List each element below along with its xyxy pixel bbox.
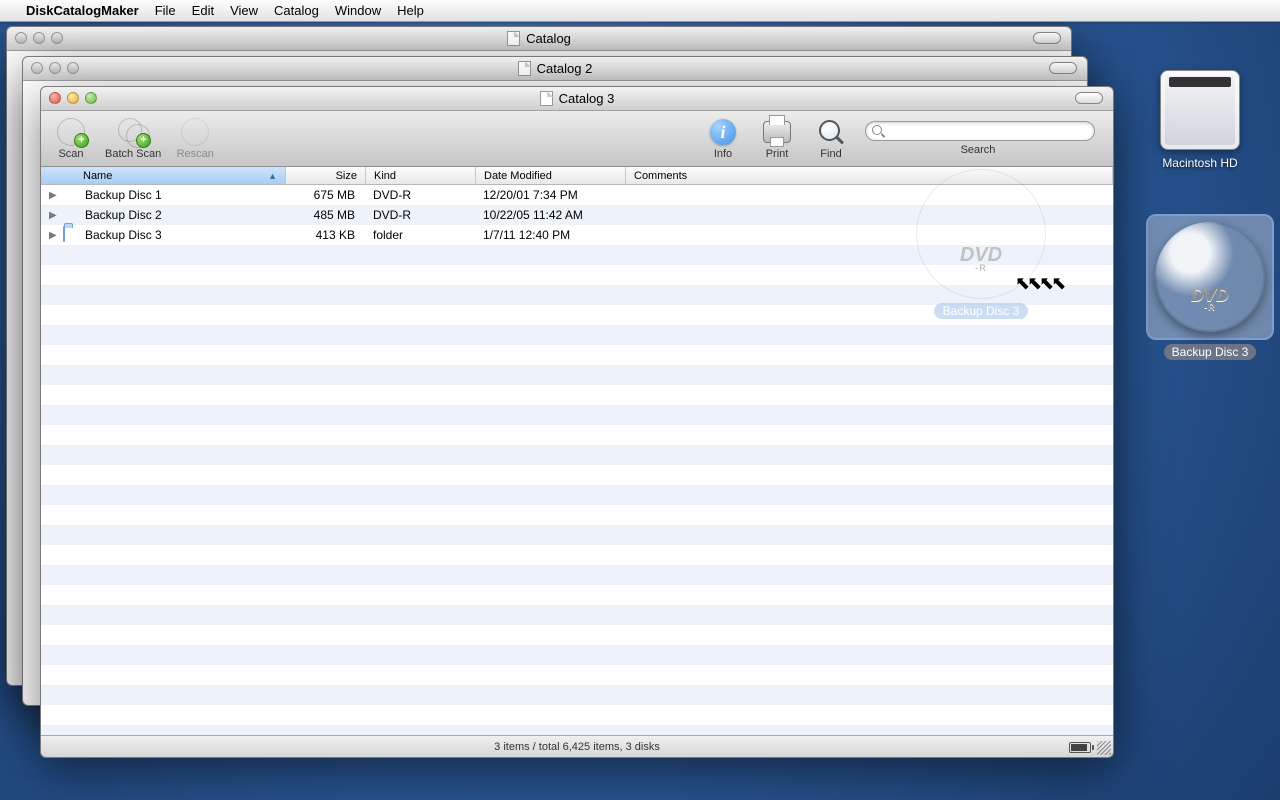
menu-window[interactable]: Window	[335, 3, 381, 18]
titlebar[interactable]: Catalog	[7, 27, 1071, 51]
zoom-button[interactable]	[85, 92, 97, 104]
desktop-hd[interactable]: Macintosh HD	[1130, 70, 1270, 170]
document-icon	[540, 91, 553, 106]
rescan-button: Rescan	[175, 118, 215, 160]
disclosure-triangle-icon[interactable]: ▶	[49, 190, 59, 201]
cell-kind: folder	[365, 228, 475, 242]
find-button[interactable]: Find	[811, 118, 851, 160]
status-bar: 3 items / total 6,425 items, 3 disks	[41, 735, 1113, 757]
scan-button[interactable]: + Scan	[51, 118, 91, 160]
menu-catalog[interactable]: Catalog	[274, 3, 319, 18]
window-title: Catalog 3	[559, 91, 615, 106]
desktop-dvd[interactable]: DVD-R Backup Disc 3	[1140, 214, 1280, 360]
menu-file[interactable]: File	[155, 3, 176, 18]
search-field[interactable]	[865, 121, 1095, 141]
desktop-hd-label: Macintosh HD	[1130, 156, 1270, 170]
drag-preview: DVD-R Backup Disc 3	[911, 169, 1051, 320]
toolbar: + Scan + Batch Scan Rescan i Info Print …	[41, 111, 1113, 167]
window-catalog-3[interactable]: Catalog 3 + Scan + Batch Scan Rescan i I…	[40, 86, 1114, 758]
drag-label: Backup Disc 3	[934, 303, 1029, 319]
search-icon	[872, 125, 884, 137]
document-icon	[507, 31, 520, 46]
dvd-icon: DVD-R	[916, 169, 1046, 299]
desktop-dvd-label: Backup Disc 3	[1164, 344, 1257, 360]
batch-scan-button[interactable]: + Batch Scan	[105, 118, 161, 160]
menu-edit[interactable]: Edit	[192, 3, 214, 18]
toolbar-toggle-button[interactable]	[1033, 32, 1061, 44]
cell-size: 485 MB	[285, 208, 365, 222]
app-menu[interactable]: DiskCatalogMaker	[26, 3, 139, 18]
column-kind[interactable]: Kind	[366, 167, 476, 184]
titlebar[interactable]: Catalog 3	[41, 87, 1113, 111]
window-title: Catalog 2	[537, 61, 593, 76]
minimize-button[interactable]	[67, 92, 79, 104]
menu-help[interactable]: Help	[397, 3, 424, 18]
cell-date: 12/20/01 7:34 PM	[475, 188, 630, 202]
menubar[interactable]: DiskCatalogMaker File Edit View Catalog …	[0, 0, 1280, 22]
window-title: Catalog	[526, 31, 571, 46]
hd-icon	[1160, 70, 1240, 150]
menu-view[interactable]: View	[230, 3, 258, 18]
titlebar[interactable]: Catalog 2	[23, 57, 1087, 81]
close-button[interactable]	[49, 92, 61, 104]
cell-size: 413 KB	[285, 228, 365, 242]
toolbar-toggle-button[interactable]	[1075, 92, 1103, 104]
info-button[interactable]: i Info	[703, 118, 743, 160]
disclosure-triangle-icon[interactable]: ▶	[49, 210, 59, 221]
column-size[interactable]: Size	[286, 167, 366, 184]
disc-icon	[63, 187, 79, 203]
cell-name: Backup Disc 1	[85, 188, 285, 202]
document-icon	[518, 61, 531, 76]
cell-name: Backup Disc 2	[85, 208, 285, 222]
status-text: 3 items / total 6,425 items, 3 disks	[494, 741, 660, 753]
cell-date: 1/7/11 12:40 PM	[475, 228, 630, 242]
dvd-icon: DVD-R	[1155, 222, 1265, 332]
cell-size: 675 MB	[285, 188, 365, 202]
column-name[interactable]: Name▲	[41, 167, 286, 184]
print-button[interactable]: Print	[757, 118, 797, 160]
search-input[interactable]	[888, 125, 1088, 137]
cell-date: 10/22/05 11:42 AM	[475, 208, 630, 222]
folder-icon	[63, 227, 79, 243]
view-mode-icon[interactable]	[1069, 742, 1091, 753]
cell-kind: DVD-R	[365, 188, 475, 202]
sort-indicator-icon: ▲	[268, 171, 277, 181]
disclosure-triangle-icon[interactable]: ▶	[49, 230, 59, 241]
column-date[interactable]: Date Modified	[476, 167, 626, 184]
resize-handle[interactable]	[1097, 741, 1111, 755]
cell-kind: DVD-R	[365, 208, 475, 222]
cell-name: Backup Disc 3	[85, 228, 285, 242]
disc-icon	[63, 207, 79, 223]
toolbar-toggle-button[interactable]	[1049, 62, 1077, 74]
